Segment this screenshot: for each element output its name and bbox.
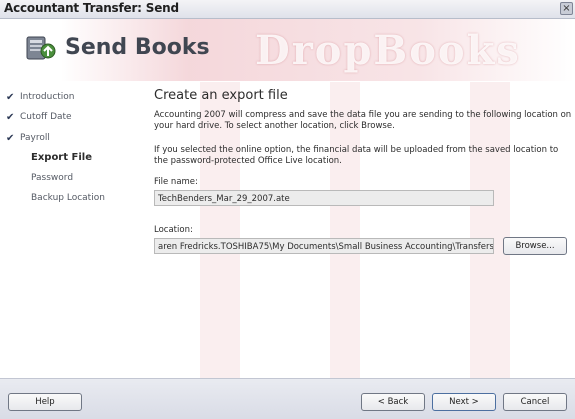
sidebar-item-payroll[interactable]: ✔ Payroll — [6, 133, 50, 144]
online-paragraph: If you selected the online option, the f… — [154, 145, 559, 166]
sidebar-item-label: Introduction — [20, 92, 75, 102]
checkmark-icon: ✔ — [6, 112, 15, 123]
close-button[interactable]: × — [560, 2, 573, 15]
sidebar-item-backup-location[interactable]: Backup Location — [31, 193, 105, 203]
section-heading: Create an export file — [154, 88, 288, 103]
next-button[interactable]: Next > — [432, 393, 496, 411]
checkmark-icon: ✔ — [6, 92, 15, 103]
sidebar-item-label: Payroll — [20, 133, 50, 143]
title-bar: Accountant Transfer: Send × — [0, 0, 575, 19]
location-field[interactable]: aren Fredricks.TOSHIBA75\My Documents\Sm… — [154, 238, 494, 254]
send-books-icon — [24, 31, 58, 63]
sidebar-item-label: Backup Location — [31, 193, 105, 203]
watermark-logo: DropBooks — [255, 27, 521, 74]
wizard-header: DropBooks Send Books — [0, 19, 575, 81]
sidebar-item-label: Export File — [31, 152, 92, 163]
sidebar-item-label: Password — [31, 173, 74, 183]
browse-button[interactable]: Browse... — [503, 237, 567, 255]
sidebar-item-password[interactable]: Password — [31, 173, 73, 183]
location-label: Location: — [154, 225, 193, 235]
wizard-steps-sidebar: ✔ Introduction ✔ Cutoff Date ✔ Payroll E… — [0, 82, 140, 378]
window-title: Accountant Transfer: Send — [4, 1, 179, 15]
sidebar-item-export-file[interactable]: Export File — [31, 152, 92, 163]
sidebar-item-cutoff-date[interactable]: ✔ Cutoff Date — [6, 112, 72, 123]
checkmark-icon: ✔ — [6, 133, 15, 144]
wizard-footer: Help < Back Next > Cancel — [0, 378, 575, 419]
wizard-content: Create an export file Accounting 2007 wi… — [140, 82, 575, 378]
help-button[interactable]: Help — [8, 393, 82, 411]
sidebar-item-introduction[interactable]: ✔ Introduction — [6, 92, 75, 103]
file-name-label: File name: — [154, 177, 198, 187]
cancel-button[interactable]: Cancel — [503, 393, 567, 411]
intro-paragraph: Accounting 2007 will compress and save t… — [154, 110, 572, 131]
page-title: Send Books — [65, 35, 210, 60]
sidebar-item-label: Cutoff Date — [20, 112, 72, 122]
close-icon: × — [562, 3, 571, 14]
back-button[interactable]: < Back — [361, 393, 425, 411]
file-name-field[interactable]: TechBenders_Mar_29_2007.ate — [154, 190, 494, 206]
